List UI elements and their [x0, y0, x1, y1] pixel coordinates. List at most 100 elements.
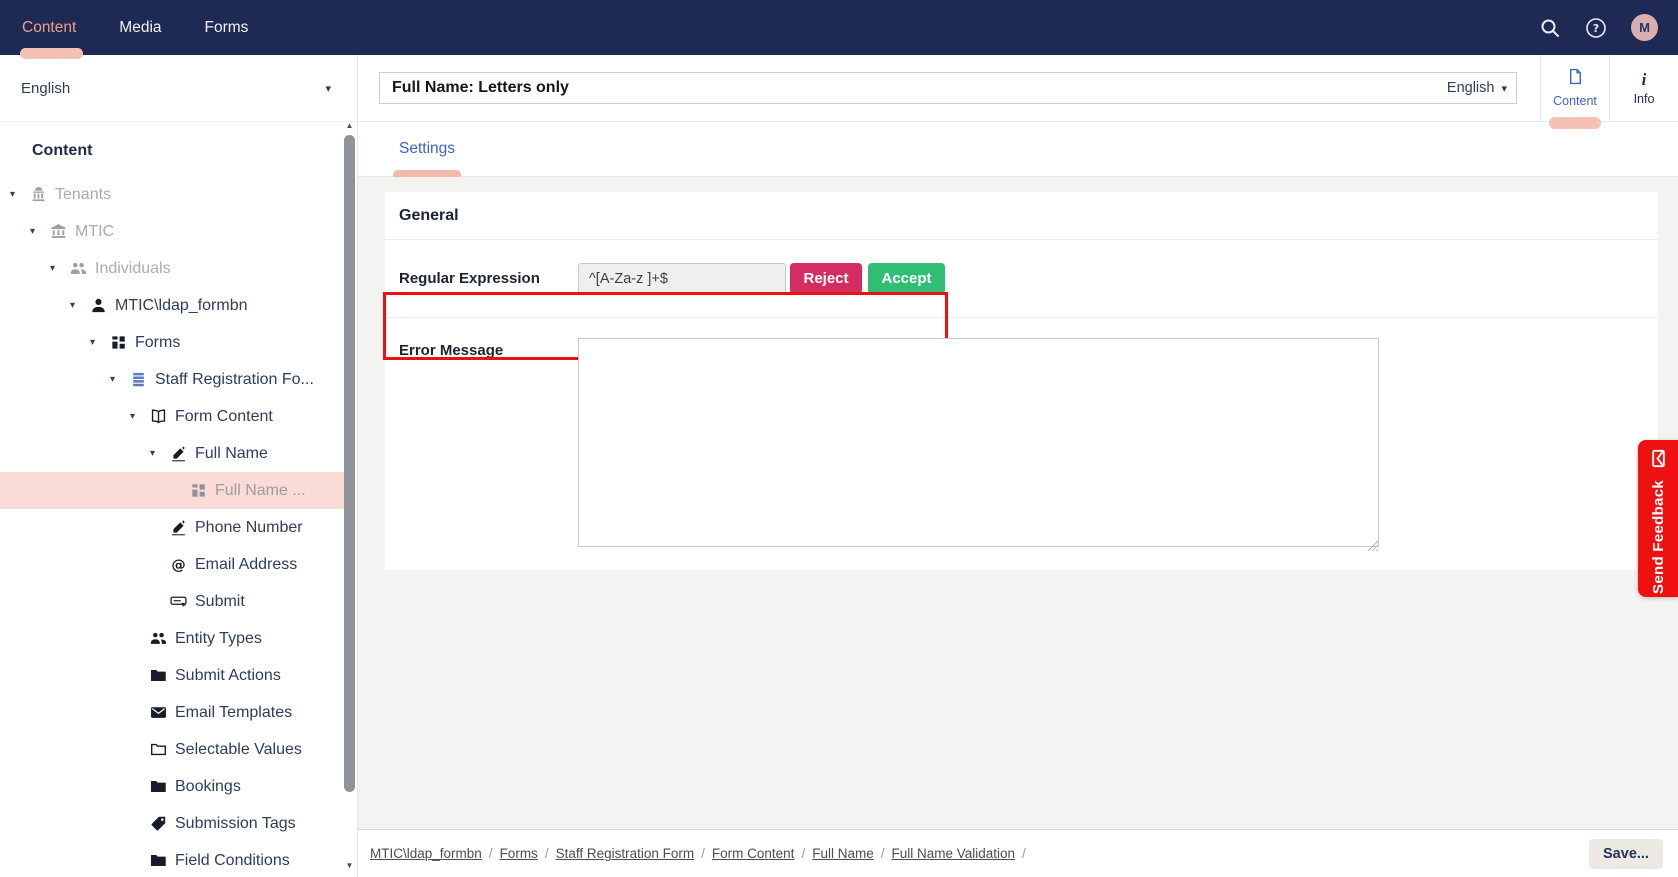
- breadcrumb: MTIC\ldap_formbn / Forms / Staff Registratio…: [370, 846, 1589, 861]
- breadcrumb-link[interactable]: Full Name: [812, 846, 874, 861]
- at-icon: @: [170, 556, 195, 573]
- tree-item-email-templates[interactable]: Email Templates: [0, 694, 344, 731]
- regex-field-label: Regular Expression: [399, 270, 578, 287]
- section-title: General: [399, 207, 459, 225]
- tree-item-submit-actions[interactable]: Submit Actions: [0, 657, 344, 694]
- tree-caret-down-icon[interactable]: ▾: [70, 300, 90, 311]
- person-icon: [90, 297, 115, 314]
- tree-item-forms[interactable]: ▾ Forms: [0, 324, 344, 361]
- reject-button[interactable]: Reject: [790, 263, 862, 294]
- sidebar-heading: Content: [32, 142, 357, 160]
- tree-item-label: Forms: [135, 334, 180, 352]
- top-nav-label: Content: [22, 19, 76, 37]
- top-nav-media[interactable]: Media: [119, 0, 186, 55]
- top-nav-label: Forms: [205, 19, 249, 37]
- tree-caret-down-icon[interactable]: ▾: [150, 448, 170, 459]
- view-switcher-info[interactable]: i Info: [1609, 55, 1678, 121]
- scrollbar-up-arrow-icon[interactable]: ▲: [344, 121, 355, 130]
- tree-item-full-name[interactable]: Full Name ...: [0, 472, 344, 509]
- top-navigation: Content Media Forms: [22, 0, 291, 55]
- document-stack-icon: [130, 371, 155, 388]
- breadcrumb-link[interactable]: Staff Registration Form: [556, 846, 695, 861]
- breadcrumb-link[interactable]: Full Name Validation: [891, 846, 1015, 861]
- tree-item-mtic[interactable]: ▾ MTIC: [0, 213, 344, 250]
- tree-item-phone-number[interactable]: Phone Number: [0, 509, 344, 546]
- top-nav-forms[interactable]: Forms: [205, 0, 274, 55]
- topbar-right: ? M: [1539, 14, 1678, 41]
- tree-caret-down-icon[interactable]: ▾: [50, 263, 70, 274]
- error-message-textarea[interactable]: [578, 338, 1379, 547]
- search-icon[interactable]: [1539, 17, 1561, 39]
- svg-text:@: @: [171, 557, 185, 573]
- folder-icon: [150, 778, 175, 795]
- tree-item-mtic-ldap-formbn[interactable]: ▾MTIC\ldap_formbn: [0, 287, 344, 324]
- signature-icon: [170, 445, 195, 462]
- view-switcher-content[interactable]: Content: [1540, 55, 1609, 121]
- title-input[interactable]: [379, 72, 1517, 104]
- tree-item-label: Selectable Values: [175, 741, 302, 759]
- bank-icon: [50, 223, 75, 240]
- content-pane: General Regular Expression Reject Accept…: [358, 177, 1678, 829]
- scrollbar-thumb[interactable]: [344, 135, 355, 792]
- breadcrumb-separator: /: [881, 846, 885, 861]
- tree-item-field-conditions[interactable]: Field Conditions: [0, 842, 344, 877]
- top-nav-content[interactable]: Content: [22, 0, 101, 55]
- tree-item-individuals[interactable]: ▾Individuals: [0, 250, 344, 287]
- open-book-icon: [150, 408, 175, 425]
- tree-item-submit[interactable]: Submit: [0, 583, 344, 620]
- sidebar: English ▾ Content ▾ Tenants ▾ MTIC ▾Individu…: [0, 55, 358, 877]
- tree-item-label: Field Conditions: [175, 852, 290, 870]
- breadcrumb-link[interactable]: Form Content: [712, 846, 795, 861]
- tab-label: Settings: [399, 140, 455, 157]
- tree-item-selectable-values[interactable]: Selectable Values: [0, 731, 344, 768]
- tree-item-label: Submit: [195, 593, 245, 611]
- sidebar-language-selector[interactable]: English ▾: [0, 55, 357, 122]
- title-language-selector[interactable]: English ▾: [1447, 72, 1507, 104]
- tree-item-staff-registration-fo[interactable]: ▾ Staff Registration Fo...: [0, 361, 344, 398]
- tree-item-form-content[interactable]: ▾Form Content: [0, 398, 344, 435]
- active-view-indicator: [1549, 117, 1601, 129]
- error-message-wrap: [578, 338, 1379, 552]
- tree-item-label: Email Address: [195, 556, 297, 574]
- tree-item-label: Submit Actions: [175, 667, 281, 685]
- tree-caret-down-icon[interactable]: ▾: [90, 337, 110, 348]
- tree-item-submission-tags[interactable]: Submission Tags: [0, 805, 344, 842]
- tree-caret-down-icon[interactable]: ▾: [30, 226, 50, 237]
- breadcrumb-link[interactable]: MTIC\ldap_formbn: [370, 846, 482, 861]
- help-icon[interactable]: ?: [1585, 17, 1607, 39]
- tree-item-label: Tenants: [55, 186, 111, 204]
- tree-item-label: Phone Number: [195, 519, 303, 537]
- submit-button-icon: [170, 593, 195, 610]
- tree-caret-down-icon[interactable]: ▾: [130, 411, 150, 422]
- footer: MTIC\ldap_formbn / Forms / Staff Registratio…: [358, 829, 1678, 877]
- tree-item-email-address[interactable]: @ Email Address: [0, 546, 344, 583]
- tree-item-label: Full Name: [195, 445, 268, 463]
- view-switcher: Content i Info: [1540, 55, 1678, 121]
- envelope-icon: [150, 704, 175, 721]
- people-group-icon: [150, 630, 175, 647]
- tree-item-label: MTIC: [75, 223, 114, 241]
- folder-open-icon: [150, 741, 175, 758]
- tree-item-bookings[interactable]: Bookings: [0, 768, 344, 805]
- send-feedback-button[interactable]: Send Feedback: [1638, 440, 1678, 597]
- tab-settings[interactable]: Settings: [399, 140, 455, 158]
- regex-input[interactable]: [578, 263, 786, 294]
- tree-caret-down-icon[interactable]: ▾: [10, 189, 30, 200]
- card-header: General: [385, 192, 1658, 240]
- breadcrumb-separator: /: [1022, 846, 1026, 861]
- regex-field-row: Regular Expression Reject Accept: [385, 240, 1658, 318]
- tree-item-full-name[interactable]: ▾ Full Name: [0, 435, 344, 472]
- info-icon: i: [1642, 71, 1647, 88]
- breadcrumb-link[interactable]: Forms: [500, 846, 538, 861]
- content-document-icon: [1567, 68, 1584, 90]
- tree-item-label: Full Name ...: [215, 482, 306, 500]
- tree-item-entity-types[interactable]: Entity Types: [0, 620, 344, 657]
- save-button[interactable]: Save...: [1589, 839, 1663, 869]
- tree-item-label: Entity Types: [175, 630, 262, 648]
- scrollbar-down-arrow-icon[interactable]: ▼: [344, 861, 355, 870]
- accept-button[interactable]: Accept: [868, 263, 945, 294]
- tree-caret-down-icon[interactable]: ▾: [110, 374, 130, 385]
- tree-item-tenants[interactable]: ▾ Tenants: [0, 176, 344, 213]
- avatar[interactable]: M: [1631, 14, 1658, 41]
- tree-item-label: Staff Registration Fo...: [155, 371, 314, 389]
